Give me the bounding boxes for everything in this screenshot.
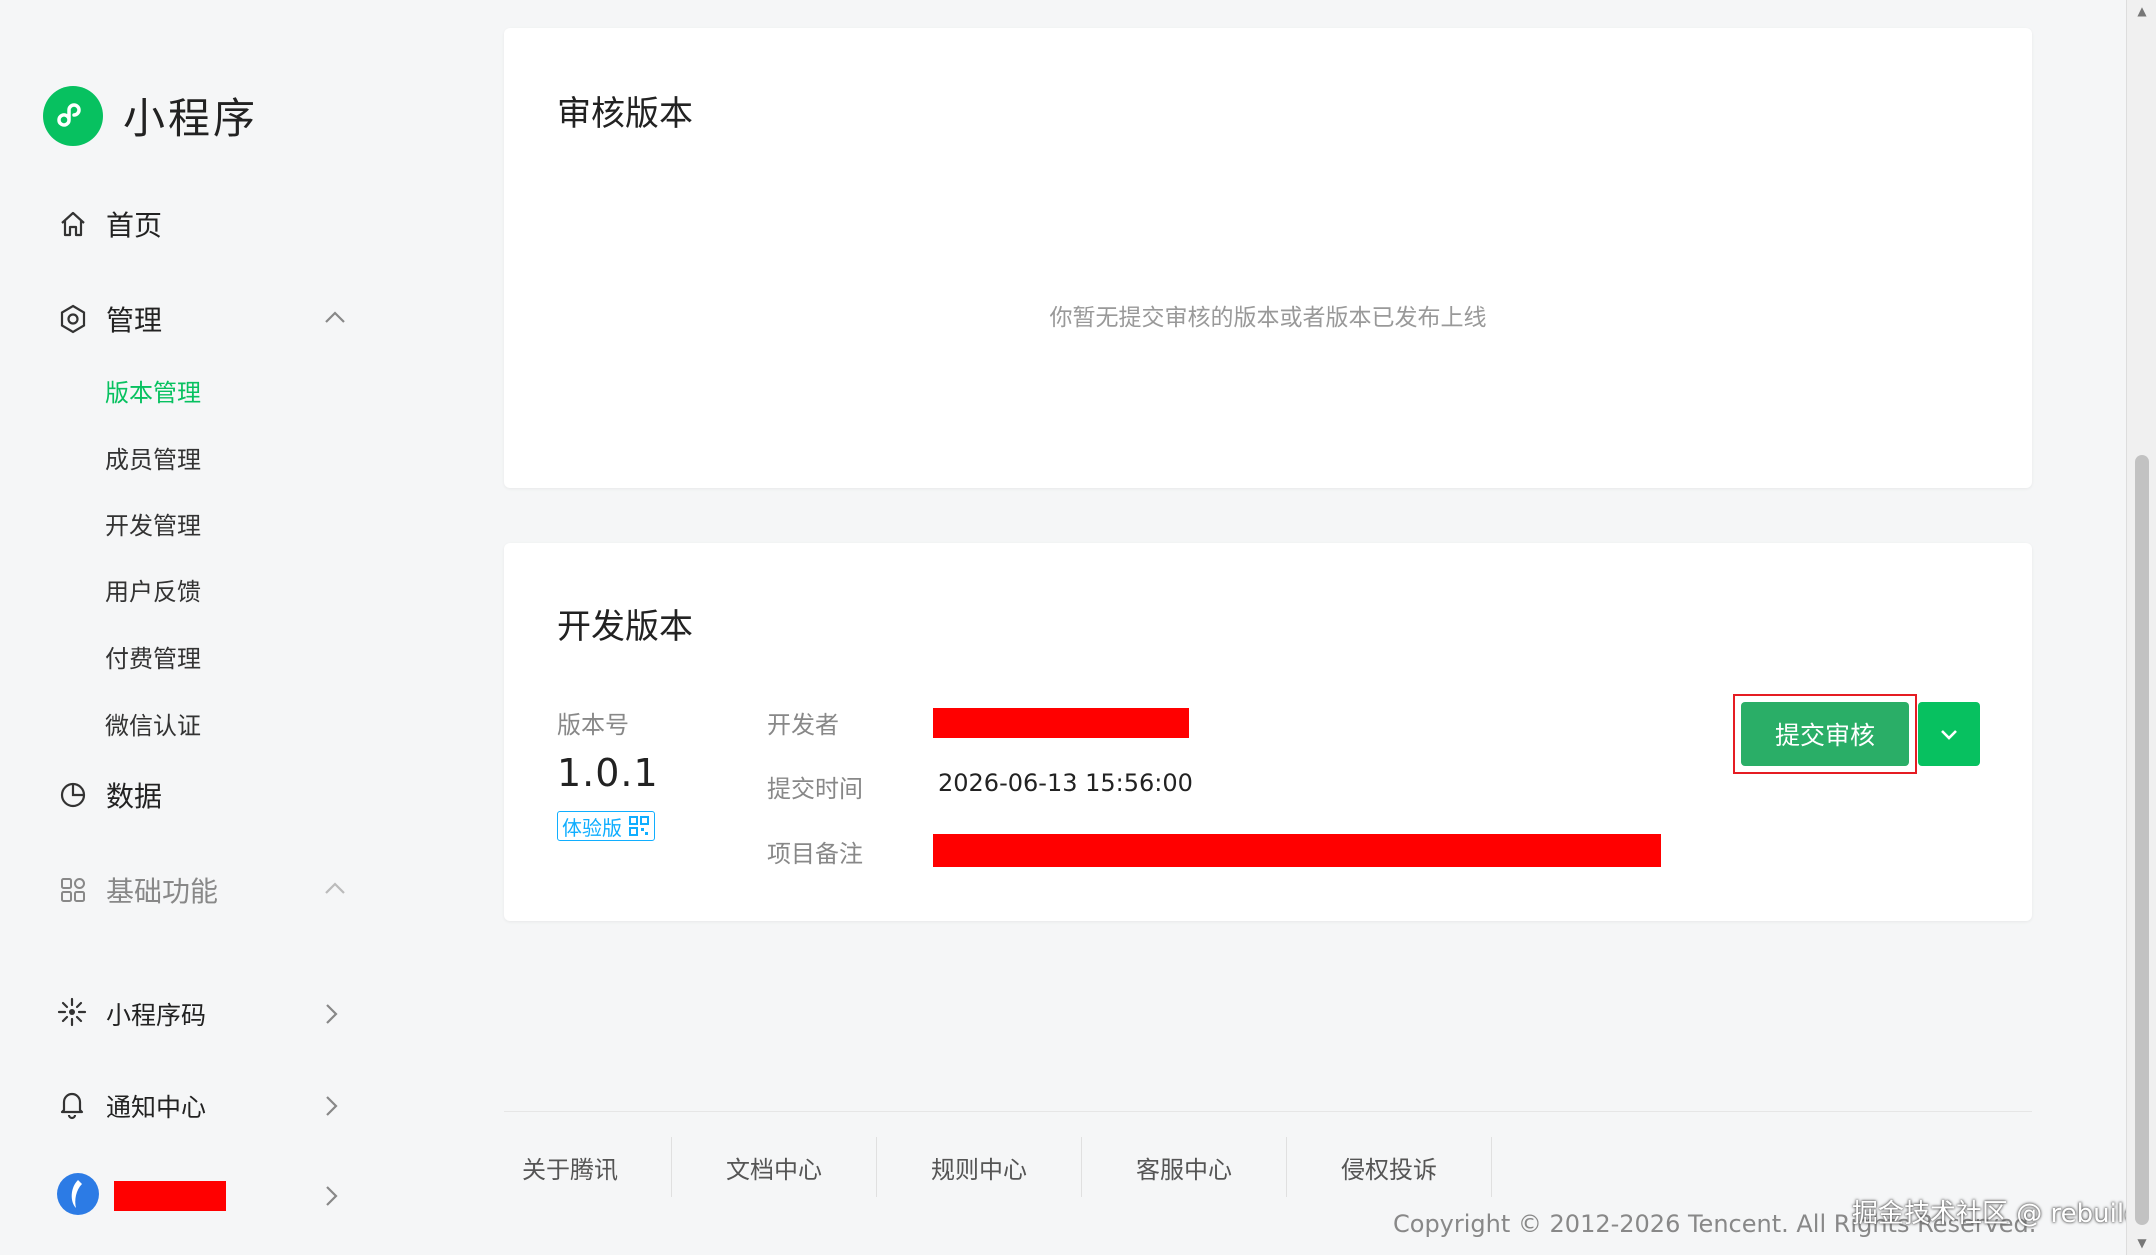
nav-manage[interactable]: 管理	[56, 299, 162, 339]
brand[interactable]: 小程序	[43, 85, 258, 146]
nav-manage-label: 管理	[106, 304, 163, 337]
dev-card-title: 开发版本	[557, 607, 693, 647]
scrollbar[interactable]: ▲ ▼	[2126, 0, 2156, 1255]
nav-basic-label: 基础功能	[106, 875, 219, 908]
settings-hexagon-icon	[56, 302, 90, 336]
project-note-redaction	[933, 834, 1661, 867]
qrcode-icon	[56, 996, 88, 1032]
nav-home-label: 首页	[106, 209, 163, 242]
footer-link-about[interactable]: 关于腾讯	[504, 1137, 672, 1197]
submit-time-label: 提交时间	[767, 775, 863, 803]
nav-notify[interactable]: 通知中心	[56, 1086, 346, 1126]
qrcode-small-icon	[629, 816, 649, 836]
nav-qrcode-label: 小程序码	[106, 1001, 207, 1030]
mini-program-logo-icon	[43, 85, 103, 146]
footer-divider	[504, 1111, 2032, 1112]
nav-account[interactable]	[56, 1173, 346, 1216]
review-version-card: 审核版本 你暂无提交审核的版本或者版本已发布上线	[504, 28, 2032, 488]
home-icon	[56, 207, 90, 241]
footer-links: 关于腾讯 文档中心 规则中心 客服中心 侵权投诉	[504, 1137, 1492, 1197]
nav-notify-label: 通知中心	[106, 1093, 207, 1122]
pie-chart-icon	[56, 778, 90, 812]
footer-link-report[interactable]: 侵权投诉	[1287, 1137, 1492, 1197]
sidebar-item-version[interactable]: 版本管理	[105, 373, 201, 408]
dev-version-card: 开发版本 版本号 1.0.1 体验版 开发者 提交时间 2026-06-13 1…	[504, 543, 2032, 921]
watermark: 掘金技术社区 @ rebuild	[1852, 1199, 2141, 1229]
footer-link-support[interactable]: 客服中心	[1082, 1137, 1287, 1197]
version-label: 版本号	[557, 711, 629, 739]
project-note-label: 项目备注	[767, 840, 863, 868]
nav-home[interactable]: 首页	[56, 204, 162, 244]
review-card-title: 审核版本	[557, 94, 693, 134]
trial-version-tag[interactable]: 体验版	[557, 811, 655, 841]
review-empty-message: 你暂无提交审核的版本或者版本已发布上线	[1049, 305, 1487, 331]
submit-time-value: 2026-06-13 15:56:00	[938, 769, 1193, 797]
version-number: 1.0.1	[557, 751, 659, 795]
developer-label: 开发者	[767, 711, 839, 739]
more-actions-dropdown-button[interactable]	[1918, 702, 1980, 766]
chevron-right-icon	[326, 1186, 338, 1206]
scroll-up-arrow-icon[interactable]: ▲	[2135, 4, 2149, 18]
developer-redaction	[933, 708, 1189, 738]
chevron-up-icon[interactable]	[320, 873, 350, 903]
footer-link-rules[interactable]: 规则中心	[877, 1137, 1082, 1197]
chevron-right-icon	[326, 1004, 338, 1024]
scroll-thumb[interactable]	[2135, 455, 2149, 1225]
chevron-right-icon	[326, 1096, 338, 1116]
submit-review-button[interactable]: 提交审核	[1741, 702, 1909, 766]
sidebar-item-feedback[interactable]: 用户反馈	[105, 572, 201, 607]
avatar	[56, 1172, 100, 1220]
chevron-up-icon[interactable]	[320, 302, 350, 332]
scroll-down-arrow-icon[interactable]: ▼	[2135, 1236, 2149, 1250]
sidebar-item-dev[interactable]: 开发管理	[105, 506, 201, 541]
sidebar-item-wechat-auth[interactable]: 微信认证	[105, 706, 201, 741]
nav-data[interactable]: 数据	[56, 775, 162, 815]
submit-highlight: 提交审核	[1733, 694, 1917, 774]
nav-data-label: 数据	[106, 780, 163, 813]
chevron-down-icon	[1941, 730, 1957, 740]
sidebar-item-members[interactable]: 成员管理	[105, 440, 201, 475]
nav-basic[interactable]: 基础功能	[56, 870, 218, 910]
brand-title: 小程序	[123, 94, 259, 143]
trial-version-tag-label: 体验版	[562, 815, 622, 840]
account-name-redaction	[114, 1181, 226, 1211]
sidebar-item-payment[interactable]: 付费管理	[105, 639, 201, 674]
bell-icon	[56, 1088, 88, 1124]
nav-qrcode[interactable]: 小程序码	[56, 994, 346, 1034]
grid-icon	[56, 873, 90, 907]
sidebar: 小程序 首页 管理 版本管理 成员管理 开发管理 用户反馈 付费管理 微信认证 …	[0, 0, 440, 1255]
footer-link-docs[interactable]: 文档中心	[672, 1137, 877, 1197]
